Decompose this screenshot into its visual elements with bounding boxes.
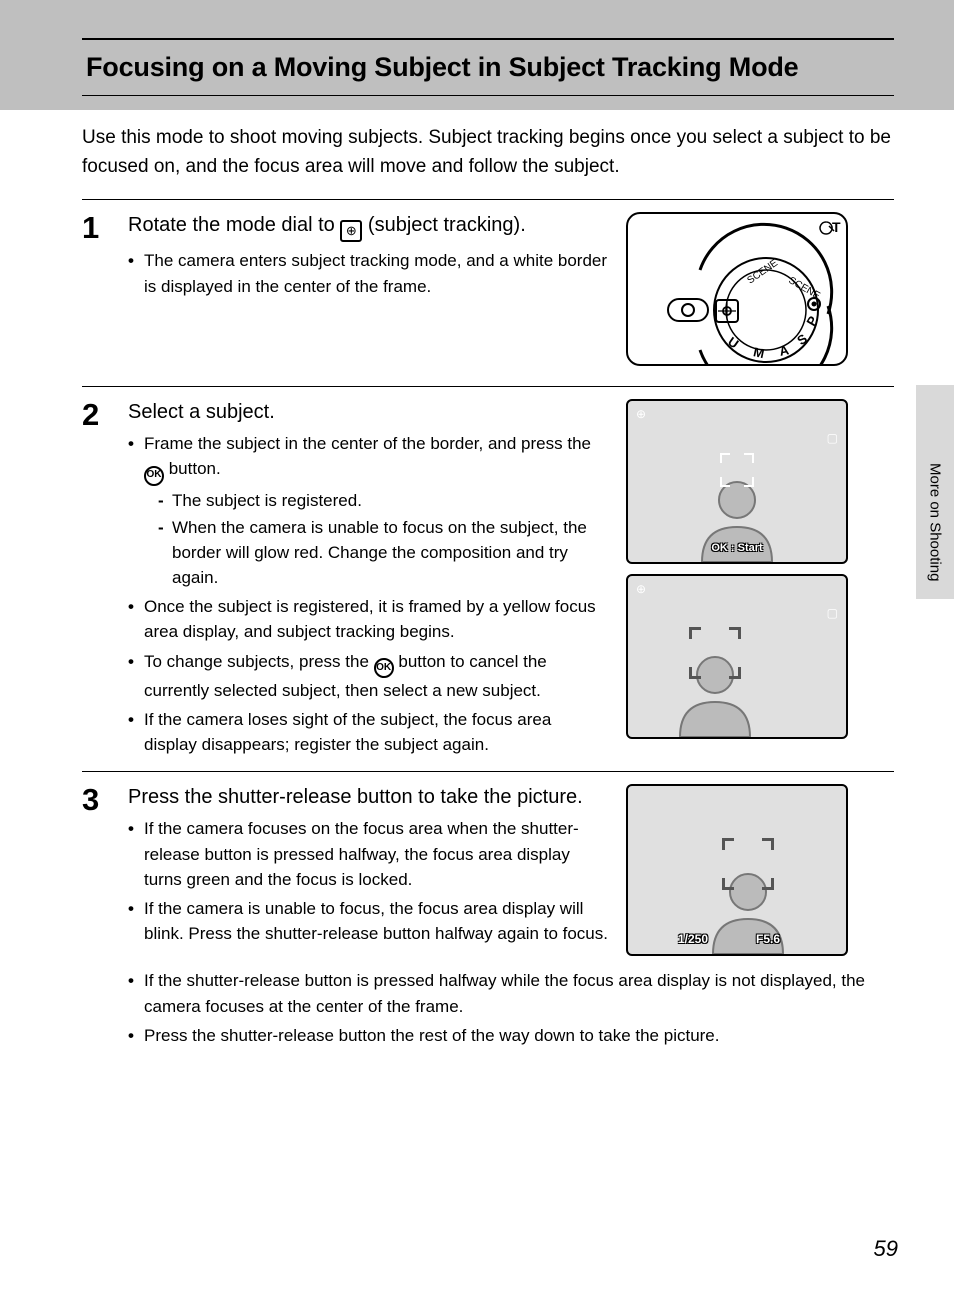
tracking-mode-icon: ⊕ (636, 582, 646, 596)
step-2: 2 Select a subject. Frame the subject in… (82, 395, 894, 767)
subject-tracking-icon (340, 220, 362, 242)
step-1-head-post: (subject tracking). (362, 214, 525, 236)
text: To change subjects, press the (144, 652, 374, 671)
page-title: Focusing on a Moving Subject in Subject … (82, 38, 894, 96)
start-label: OK : Start (711, 542, 762, 554)
step-1-bullet-1: The camera enters subject tracking mode,… (128, 248, 608, 298)
intro-paragraph: Use this mode to shoot moving subjects. … (82, 124, 894, 181)
svg-text:T: T (832, 219, 841, 235)
step-3: 3 Press the shutter-release button to ta… (82, 780, 894, 1057)
divider (82, 386, 894, 387)
step-3-heading: Press the shutter-release button to take… (128, 784, 608, 810)
screen-after-registration: ⊕ ▢ (626, 574, 848, 739)
mode-dial-illustration: T (626, 212, 848, 366)
side-tab-label: More on Shooting (927, 463, 944, 581)
tracking-mode-icon: ⊕ (636, 407, 646, 421)
ok-button-icon: OK (144, 466, 164, 486)
step-2-sub-1: The subject is registered. (158, 488, 608, 513)
divider (82, 771, 894, 772)
step-1-head-pre: Rotate the mode dial to (128, 214, 340, 236)
white-focus-border (720, 453, 754, 487)
screen-focus-locked: 1/250 F5.6 (626, 784, 848, 956)
step-3-bullet-1: If the camera focuses on the focus area … (128, 816, 608, 891)
step-number: 1 (82, 210, 116, 376)
vr-icon: ▢ (827, 431, 838, 445)
divider (82, 199, 894, 200)
yellow-focus-area (689, 627, 741, 679)
step-2-bullet-3: To change subjects, press the OK button … (128, 649, 608, 704)
text: button. (164, 459, 221, 478)
step-2-bullet-2: Once the subject is registered, it is fr… (128, 594, 608, 644)
step-3-bullet-3: If the shutter-release button is pressed… (128, 968, 878, 1018)
side-tab: More on Shooting (916, 385, 954, 599)
step-number: 3 (82, 782, 116, 1051)
text: Frame the subject in the center of the b… (144, 434, 591, 453)
step-2-heading: Select a subject. (128, 399, 608, 425)
vr-icon: ▢ (827, 606, 838, 620)
step-number: 2 (82, 397, 116, 761)
step-2-sub-2: When the camera is unable to focus on th… (158, 515, 608, 590)
page-content: Focusing on a Moving Subject in Subject … (0, 0, 954, 1058)
step-2-bullet-1: Frame the subject in the center of the b… (128, 431, 608, 590)
step-2-bullet-4: If the camera loses sight of the subject… (128, 707, 608, 757)
step-3-bullet-2: If the camera is unable to focus, the fo… (128, 896, 608, 946)
green-focus-area (722, 838, 774, 890)
step-1-heading: Rotate the mode dial to (subject trackin… (128, 212, 608, 242)
ok-button-icon: OK (374, 658, 394, 678)
aperture-label: F5.6 (756, 932, 780, 946)
shutter-speed-label: 1/250 (678, 932, 708, 946)
step-1: 1 Rotate the mode dial to (subject track… (82, 208, 894, 382)
page-number: 59 (874, 1236, 898, 1262)
screen-before-registration: ⊕ ▢ OK : Start (626, 399, 848, 564)
step-3-bullet-4: Press the shutter-release button the res… (128, 1023, 878, 1048)
